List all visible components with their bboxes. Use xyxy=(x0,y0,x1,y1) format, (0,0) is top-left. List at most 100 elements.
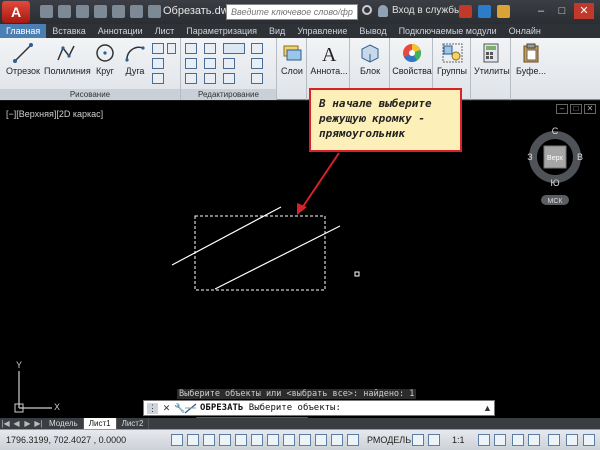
command-line[interactable]: ⋮ ✕ 🔧 ОБРЕЗАТЬ Выберите объекты: ▲ xyxy=(143,400,495,416)
auto-scale-icon[interactable] xyxy=(494,434,506,446)
tab-sheet1[interactable]: Лист1 xyxy=(83,418,117,429)
tab-sheet2[interactable]: Лист2 xyxy=(117,418,150,429)
selected-rectangle[interactable] xyxy=(194,215,326,291)
clean-screen-icon[interactable] xyxy=(583,434,595,446)
snap-mode-icon[interactable] xyxy=(187,434,199,446)
trim-icon[interactable] xyxy=(223,43,245,54)
tab-home[interactable]: Главная xyxy=(0,24,47,38)
minimize-button[interactable]: – xyxy=(531,3,551,19)
workspace-switching-icon[interactable] xyxy=(512,434,524,446)
drawing-canvas[interactable]: [−][Верхняя][2D каркас] – □ ✕ Верх С Ю З… xyxy=(0,88,600,418)
search-input[interactable] xyxy=(226,4,358,20)
layout-last-icon[interactable]: ▶| xyxy=(33,419,44,428)
compass-north-label[interactable]: С xyxy=(552,126,559,136)
quick-view-drawings-icon[interactable] xyxy=(428,434,440,446)
search-icon[interactable] xyxy=(362,5,372,15)
lineweight-icon[interactable] xyxy=(331,434,343,446)
compass-east-label[interactable]: В xyxy=(577,152,583,162)
help-icon[interactable] xyxy=(478,5,491,18)
hatch-icon[interactable] xyxy=(152,58,164,69)
block-tool[interactable]: Блок xyxy=(355,42,385,76)
annotation-scale[interactable]: 1:1 xyxy=(452,435,465,445)
isolate-objects-icon[interactable] xyxy=(566,434,578,446)
open-file-icon[interactable] xyxy=(58,5,71,18)
scale-icon[interactable] xyxy=(204,73,216,84)
move-icon[interactable] xyxy=(185,43,197,54)
undo-icon[interactable] xyxy=(130,5,143,18)
hardware-acceleration-icon[interactable] xyxy=(548,434,560,446)
array-icon[interactable] xyxy=(223,73,235,84)
3d-osnap-icon[interactable] xyxy=(267,434,279,446)
clipboard-tool[interactable]: Буфе... xyxy=(514,42,548,76)
annotation-tool[interactable]: A Аннота... xyxy=(309,42,349,76)
tab-annotate[interactable]: Аннотации xyxy=(92,24,149,38)
save-icon[interactable] xyxy=(76,5,89,18)
tab-view[interactable]: Вид xyxy=(263,24,291,38)
tab-online[interactable]: Онлайн xyxy=(503,24,547,38)
arc-tool[interactable]: Дуга xyxy=(122,42,148,76)
region-icon[interactable] xyxy=(152,73,164,84)
explode-icon[interactable] xyxy=(251,58,263,69)
copy-icon[interactable] xyxy=(185,58,197,69)
redo-icon[interactable] xyxy=(148,5,161,18)
modify-panel-title[interactable]: Редактирование xyxy=(181,89,276,100)
exchange-icon[interactable] xyxy=(459,5,472,18)
offset-icon[interactable] xyxy=(251,73,263,84)
grid-display-icon[interactable] xyxy=(203,434,215,446)
ortho-mode-icon[interactable] xyxy=(219,434,231,446)
annotation-visibility-icon[interactable] xyxy=(478,434,490,446)
diagonal-line-lower[interactable] xyxy=(214,225,341,290)
new-file-icon[interactable] xyxy=(40,5,53,18)
compass-south-label[interactable]: Ю xyxy=(550,178,559,188)
viewcube[interactable]: Верх С Ю З В МСК xyxy=(527,126,583,205)
erase-icon[interactable] xyxy=(251,43,263,54)
dynamic-input-icon[interactable] xyxy=(315,434,327,446)
tab-plugins[interactable]: Подключаемые модули xyxy=(393,24,503,38)
transparency-icon[interactable] xyxy=(347,434,359,446)
fillet-icon[interactable] xyxy=(223,58,235,69)
tab-output[interactable]: Вывод xyxy=(353,24,392,38)
user-icon[interactable] xyxy=(378,5,388,17)
compass-west-label[interactable]: З xyxy=(527,152,532,162)
circle-tool[interactable]: Круг xyxy=(92,42,118,76)
object-snap-tracking-icon[interactable] xyxy=(283,434,295,446)
layout-prev-icon[interactable]: ◀ xyxy=(11,419,22,428)
star-icon[interactable] xyxy=(497,5,510,18)
tab-parametric[interactable]: Параметризация xyxy=(180,24,263,38)
quick-view-layouts-icon[interactable] xyxy=(412,434,424,446)
polar-tracking-icon[interactable] xyxy=(235,434,247,446)
utilities-tool[interactable]: Утилиты xyxy=(474,42,510,76)
layout-next-icon[interactable]: ▶ xyxy=(22,419,33,428)
command-close-icon[interactable]: ✕ xyxy=(161,403,172,414)
login-button[interactable]: Вход в службы xyxy=(392,5,461,16)
save-as-icon[interactable] xyxy=(94,5,107,18)
groups-tool[interactable]: Группы xyxy=(436,42,468,76)
draw-panel-title[interactable]: Рисование xyxy=(0,89,180,100)
line-tool[interactable]: Отрезок xyxy=(6,42,40,76)
print-icon[interactable] xyxy=(112,5,125,18)
command-history-dropdown-icon[interactable]: ▲ xyxy=(482,403,493,414)
maximize-button[interactable]: □ xyxy=(552,3,572,19)
tab-manage[interactable]: Управление xyxy=(291,24,353,38)
tab-layout[interactable]: Лист xyxy=(149,24,181,38)
application-menu-button[interactable]: A xyxy=(2,1,30,23)
layout-first-icon[interactable]: |◀ xyxy=(0,419,11,428)
stretch-icon[interactable] xyxy=(185,73,197,84)
dynamic-ucs-icon[interactable] xyxy=(299,434,311,446)
lock-icon[interactable] xyxy=(528,434,540,446)
rotate-icon[interactable] xyxy=(204,43,216,54)
tab-insert[interactable]: Вставка xyxy=(46,24,91,38)
close-button[interactable]: ✕ xyxy=(574,3,594,19)
rectangle-icon[interactable] xyxy=(152,43,164,54)
infer-constraints-icon[interactable] xyxy=(171,434,183,446)
tab-model[interactable]: Модель xyxy=(44,418,84,429)
draw-dropdown-icon[interactable] xyxy=(167,43,176,54)
command-grip-icon[interactable]: ⋮ xyxy=(147,403,158,414)
layers-tool[interactable]: Слои xyxy=(279,42,305,76)
model-space-toggle[interactable]: РМОДЕЛЬ xyxy=(367,435,411,445)
object-snap-icon[interactable] xyxy=(251,434,263,446)
polyline-tool[interactable]: Полилиния xyxy=(44,42,91,76)
properties-tool[interactable]: Свойства xyxy=(392,42,432,76)
coordinates-readout[interactable]: 1796.3199, 702.4027 , 0.0000 xyxy=(6,435,126,445)
mirror-icon[interactable] xyxy=(204,58,216,69)
